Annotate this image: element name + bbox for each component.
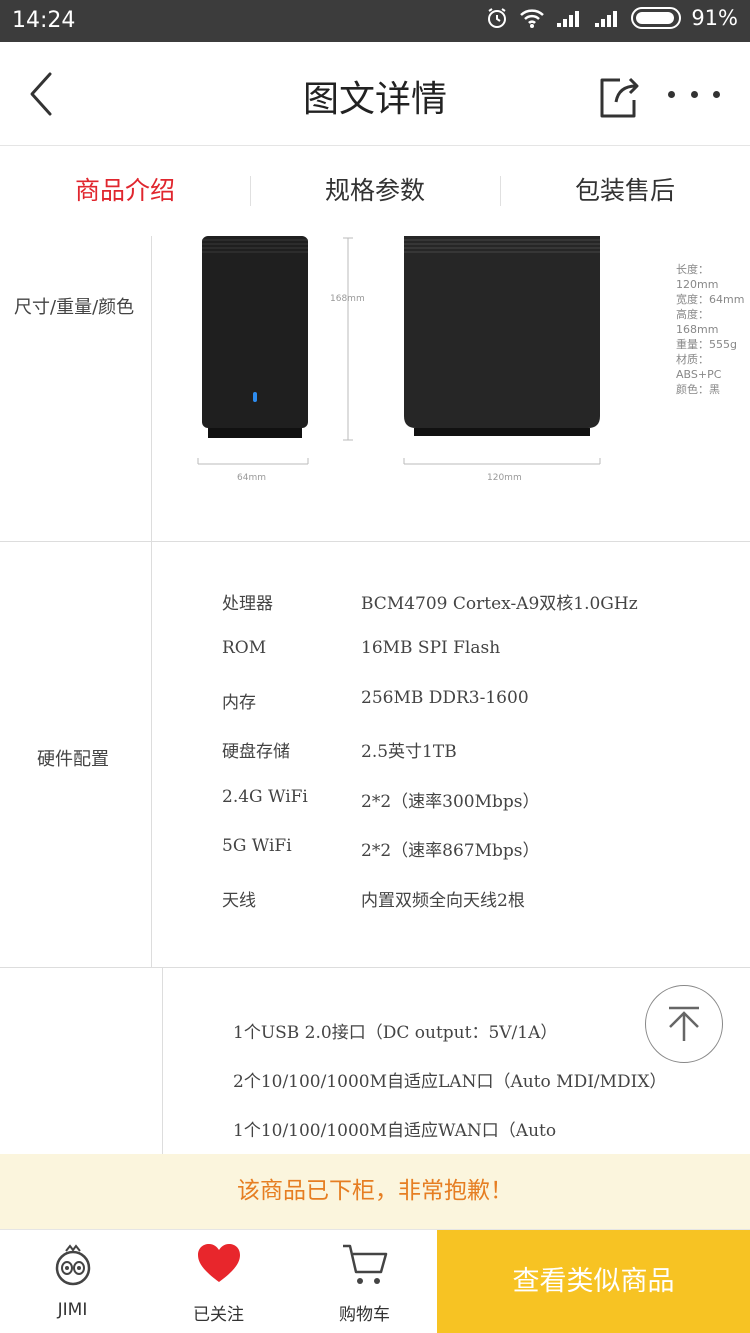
share-icon[interactable] [594,72,644,122]
delisted-notice: 该商品已下柜，非常抱歉！ [0,1154,750,1229]
tab-packaging[interactable]: 包装售后 [500,146,750,236]
spec-value: 2*2（速率867Mbps） [361,841,540,861]
spec-key: 处理器 [222,594,273,614]
cart-button[interactable]: 购物车 [292,1230,437,1333]
dim-width-small-label: 64mm [237,473,266,483]
cart-icon [342,1244,387,1284]
spec-key: 5G WiFi [222,836,292,856]
battery-percent: 91% [691,6,738,30]
dim-width-large-label: 120mm [487,473,522,483]
jimi-label: JIMI [57,1300,88,1320]
view-similar-button[interactable]: 查看类似商品 [437,1230,750,1333]
bottom-bar: JIMI 已关注 购物车 查看类似商品 [0,1229,750,1333]
port-line: 2个10/100/1000M自适应LAN口（Auto MDI/MDIX） [233,1072,667,1092]
hardware-section: 硬件配置 处理器 BCM4709 Cortex-A9双核1.0GHz ROM 1… [0,542,750,968]
more-icon[interactable] [668,72,720,116]
side-spec-list: 长度：120mm 宽度：64mm 高度：168mm 重量：555g 材质：ABS… [676,262,750,397]
cart-label: 购物车 [339,1305,390,1325]
spec-key: 内存 [222,693,256,713]
arrow-up-icon [669,1006,699,1041]
side-spec-line: 长度：120mm [676,263,719,291]
side-spec-line: 宽度：64mm [676,293,745,306]
jimi-robot-icon [55,1244,90,1286]
spec-value: 2*2（速率300Mbps） [361,792,540,812]
spec-value: 内置双频全向天线2根 [361,891,525,911]
spec-value: 2.5英寸1TB [361,742,457,762]
follow-button[interactable]: 已关注 [146,1230,291,1333]
status-icons: 91% [485,6,738,30]
spec-key: 2.4G WiFi [222,787,308,807]
spec-key: ROM [222,638,267,658]
port-line: 1个10/100/1000M自适应WAN口（Auto [233,1121,557,1141]
side-spec-line: 高度：168mm [676,308,719,336]
section-label-dimensions: 尺寸/重量/颜色 [14,297,135,318]
status-time: 14:24 [12,8,76,33]
ports-section: 1个USB 2.0接口（DC output：5V/1A） 2个10/100/10… [0,968,750,1154]
alarm-icon [488,8,507,28]
section-label-hardware: 硬件配置 [37,749,109,770]
tab-specs[interactable]: 规格参数 [250,146,500,236]
tab-product-intro[interactable]: 商品介绍 [0,146,250,236]
spec-value: 256MB DDR3-1600 [361,688,529,708]
follow-label: 已关注 [193,1305,244,1325]
dimensions-section: 尺寸/重量/颜色 168mm 64mm 120mm 长度：120mm 宽度：64… [0,236,750,542]
signal-icon-2 [595,11,618,27]
spec-key: 天线 [222,891,256,911]
back-to-top-button[interactable] [645,985,723,1063]
dim-height-label: 168mm [330,294,365,304]
status-bar: 14:24 91% [0,0,750,42]
router-product-image [197,236,601,465]
spec-value: BCM4709 Cortex-A9双核1.0GHz [361,594,638,614]
side-spec-line: 颜色：黑 [676,383,720,396]
signal-icon [557,11,580,27]
heart-icon [197,1244,240,1282]
side-spec-line: 重量：555g [676,338,737,351]
battery-icon [631,7,682,29]
jimi-button[interactable]: JIMI [0,1230,145,1333]
tab-bar: 商品介绍 规格参数 包装售后 [0,146,750,236]
spec-value: 16MB SPI Flash [361,638,501,658]
port-line: 1个USB 2.0接口（DC output：5V/1A） [233,1023,558,1043]
side-spec-line: 材质：ABS+PC [676,353,722,381]
wifi-icon [520,9,545,28]
nav-bar: 图文详情 [0,42,750,146]
detail-content[interactable]: 尺寸/重量/颜色 168mm 64mm 120mm 长度：120mm 宽度：64… [0,236,750,1154]
spec-key: 硬盘存储 [222,742,290,762]
